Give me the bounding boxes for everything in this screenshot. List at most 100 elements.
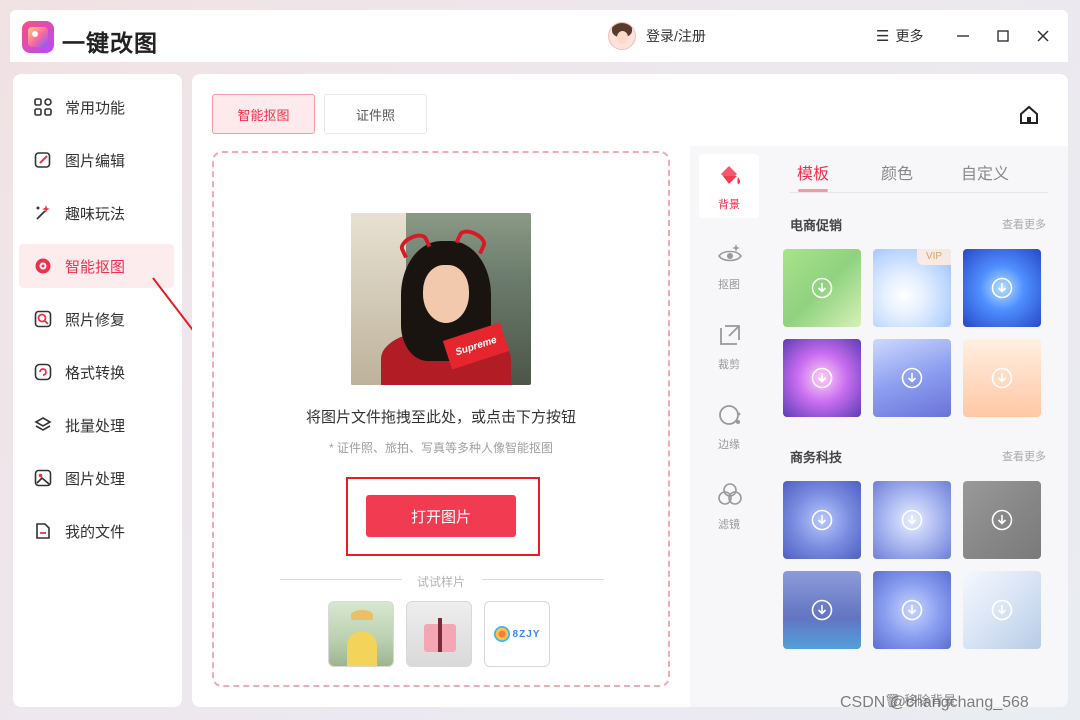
rail-item-crop[interactable]: 裁剪: [699, 314, 759, 378]
download-icon: [811, 509, 833, 531]
edit-icon: [34, 152, 51, 168]
sample-thumb-girl[interactable]: [328, 601, 394, 667]
sidebar-item-label: 图片编辑: [65, 152, 126, 170]
grid-icon: [34, 98, 52, 116]
download-icon: [991, 509, 1013, 531]
download-icon: [991, 367, 1013, 389]
template-panel: 模板 颜色 自定义 电商促销 查看更多 VIP 商务科技 查看更多: [770, 146, 1068, 707]
template-blue-tunnel[interactable]: [963, 249, 1041, 327]
rail-label: 背景: [718, 199, 740, 211]
sidebar-item-common[interactable]: 常用功能: [19, 85, 174, 129]
layers-icon: [34, 417, 52, 431]
title-bar: 一键改图 登录/注册 ☰ 更多: [10, 10, 1068, 62]
image-icon: [34, 469, 52, 487]
rail-item-background[interactable]: 背景: [699, 154, 759, 218]
sidebar-item-label: 格式转换: [65, 364, 126, 382]
sidebar-item-image-process[interactable]: 图片处理: [19, 456, 174, 500]
vip-badge: VIP: [917, 249, 951, 265]
sidebar: 常用功能 图片编辑 趣味玩法 智能抠图 照片修复 格式转换 批量处理 图片处理 …: [13, 74, 182, 707]
sidebar-item-photo-repair[interactable]: 照片修复: [19, 297, 174, 341]
magic-wand-icon: [36, 205, 50, 220]
minimize-icon: [957, 35, 969, 37]
sidebar-item-my-files[interactable]: 我的文件: [19, 509, 174, 553]
rail-item-cutout[interactable]: 抠图: [699, 234, 759, 298]
more-label: 更多: [895, 28, 924, 44]
maximize-button[interactable]: [991, 24, 1015, 48]
sidebar-item-smart-cutout[interactable]: 智能抠图: [19, 244, 174, 288]
download-icon: [901, 599, 923, 621]
sidebar-item-image-edit[interactable]: 图片编辑: [19, 138, 174, 182]
sample-thumb-gift[interactable]: [406, 601, 472, 667]
template-tech-blue-2[interactable]: [783, 571, 861, 649]
sample-brand-text: 8ZJY: [512, 628, 541, 640]
sample-thumb-logo[interactable]: 8ZJY: [484, 601, 550, 667]
download-icon: [811, 367, 833, 389]
template-glass-building[interactable]: [963, 571, 1041, 649]
sidebar-item-label: 照片修复: [65, 311, 126, 329]
sidebar-item-format-convert[interactable]: 格式转换: [19, 350, 174, 394]
minimize-button[interactable]: [951, 24, 975, 48]
template-peach[interactable]: [963, 339, 1041, 417]
home-icon[interactable]: [1018, 104, 1040, 126]
app-logo-icon: [22, 21, 54, 53]
main-panel: 智能抠图 证件照 Supreme 将图片文件拖拽至此处，或点击下方按钮 * 证件…: [192, 74, 1068, 707]
panel-tab-templates[interactable]: 模板: [797, 160, 829, 184]
download-icon: [991, 599, 1013, 621]
download-icon: [811, 599, 833, 621]
drop-sub-hint: * 证件照、旅拍、写真等多种人像智能抠图: [328, 441, 553, 455]
rail-label: 边缘: [718, 439, 740, 451]
sidebar-item-batch[interactable]: 批量处理: [19, 403, 174, 447]
flower-logo-icon: [493, 626, 510, 642]
tool-rail: 背景 抠图 裁剪 边缘 滤镜: [690, 146, 770, 707]
preview-image: Supreme: [351, 213, 531, 385]
repair-icon: [34, 310, 52, 328]
view-more-ecommerce[interactable]: 查看更多: [1002, 216, 1046, 232]
close-button[interactable]: [1031, 24, 1055, 48]
download-icon: [901, 509, 923, 531]
download-icon: [811, 277, 833, 299]
template-tech-tunnel[interactable]: [873, 481, 951, 559]
target-icon: [35, 258, 51, 274]
template-blue-stage[interactable]: [873, 339, 951, 417]
download-icon: [901, 367, 923, 389]
template-tech-blue-3[interactable]: [873, 571, 951, 649]
rail-label: 抠图: [718, 279, 740, 291]
sidebar-item-label: 批量处理: [65, 417, 126, 435]
menu-icon: ☰: [876, 28, 890, 45]
rail-label: 裁剪: [718, 359, 740, 371]
tab-smart-cutout[interactable]: 智能抠图: [212, 94, 315, 134]
rail-item-edge[interactable]: 边缘: [699, 394, 759, 458]
template-gray[interactable]: [963, 481, 1041, 559]
login-label: 登录/注册: [646, 28, 706, 44]
paint-bucket-icon: [721, 166, 741, 184]
avatar: [608, 22, 636, 50]
open-image-button[interactable]: 打开图片: [366, 495, 516, 537]
maximize-icon: [997, 30, 1009, 42]
drop-zone[interactable]: Supreme 将图片文件拖拽至此处，或点击下方按钮 * 证件照、旅拍、写真等多…: [212, 151, 670, 687]
sidebar-item-label: 我的文件: [65, 523, 126, 541]
panel-tab-colors[interactable]: 颜色: [881, 160, 913, 184]
eye-sparkle-icon: [718, 244, 742, 262]
sidebar-item-label: 智能抠图: [65, 258, 126, 276]
template-green[interactable]: [783, 249, 861, 327]
more-menu-button[interactable]: ☰ 更多: [876, 26, 923, 46]
template-light-burst[interactable]: VIP: [873, 249, 951, 327]
tab-id-photo[interactable]: 证件照: [324, 94, 427, 134]
sidebar-item-label: 趣味玩法: [65, 205, 126, 223]
sidebar-item-label: 常用功能: [65, 99, 126, 117]
login-register-button[interactable]: 登录/注册: [608, 22, 706, 50]
template-purple-lights[interactable]: [783, 339, 861, 417]
download-icon: [991, 277, 1013, 299]
panel-tab-custom[interactable]: 自定义: [961, 160, 1009, 184]
template-tech-blue-1[interactable]: [783, 481, 861, 559]
filter-icon: [718, 483, 742, 505]
file-icon: [36, 523, 50, 539]
samples-label: 试试样片: [416, 575, 465, 589]
app-title: 一键改图: [62, 30, 158, 56]
rail-item-filter[interactable]: 滤镜: [699, 474, 759, 538]
view-more-business-tech[interactable]: 查看更多: [1002, 448, 1046, 464]
sidebar-item-fun[interactable]: 趣味玩法: [19, 191, 174, 235]
section-title-ecommerce: 电商促销: [790, 218, 843, 233]
drop-hint: 将图片文件拖拽至此处，或点击下方按钮: [305, 409, 576, 426]
rail-label: 滤镜: [718, 519, 740, 531]
